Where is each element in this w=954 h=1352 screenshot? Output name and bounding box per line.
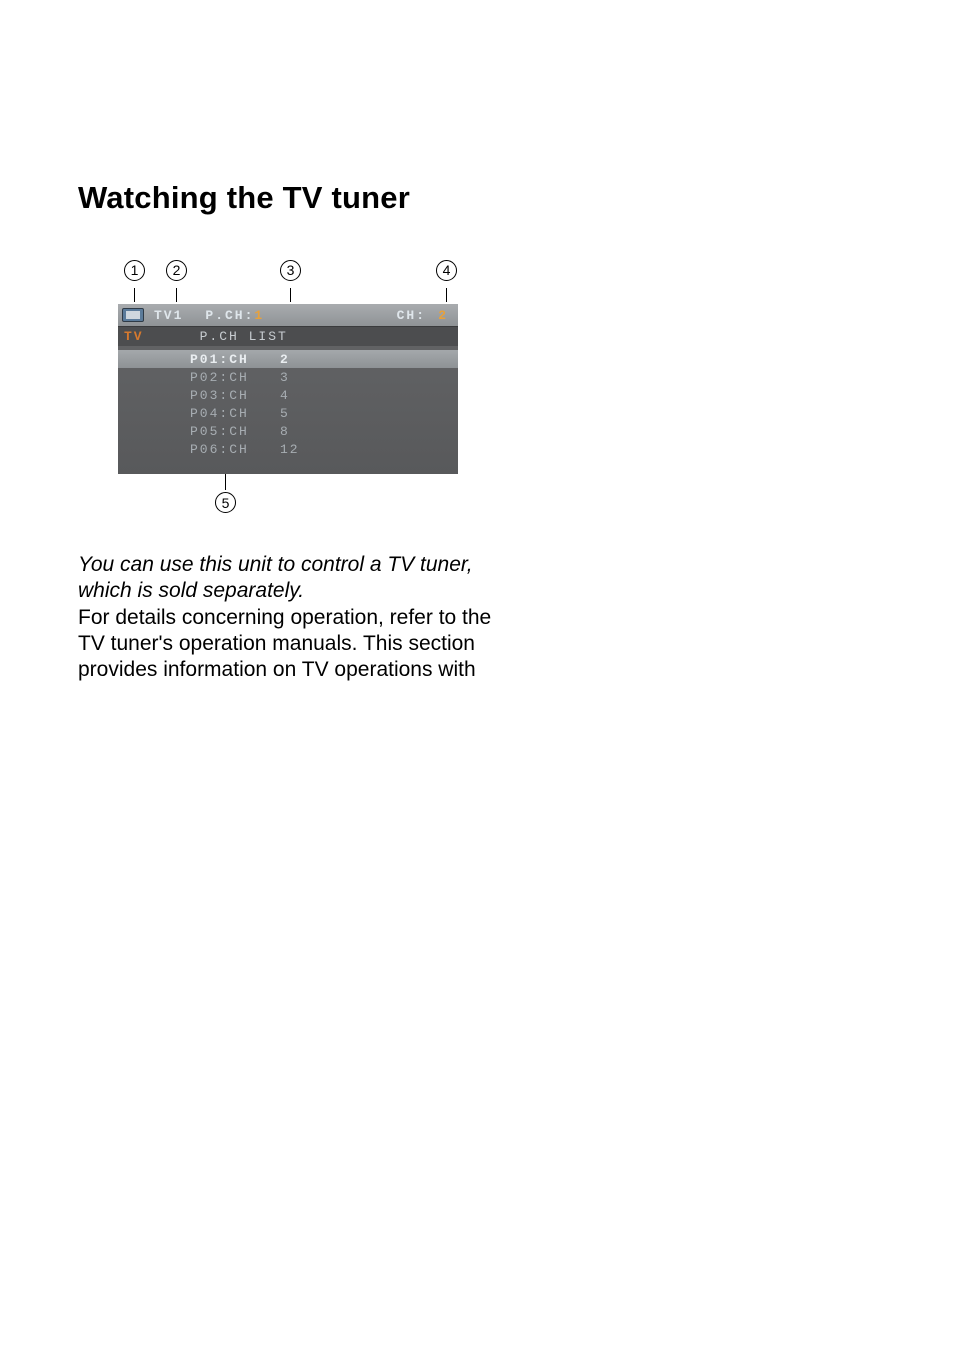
callout-5: 5	[215, 492, 236, 513]
preset-row: P04:CH5	[118, 404, 458, 422]
preset-row-label: P05:CH	[190, 424, 280, 439]
intro-paragraph: You can use this unit to control a TV tu…	[78, 552, 498, 605]
tv-icon	[122, 308, 144, 322]
tv-osd-panel: TV1 P.CH:1 CH: 2 TV P.CH LIST P01:CH2P02…	[118, 304, 458, 474]
details-paragraph: For details concerning operation, refer …	[78, 605, 498, 684]
preset-row-value: 2	[280, 352, 290, 367]
callout-1: 1	[124, 260, 145, 281]
channel-value: 2	[438, 308, 448, 323]
preset-row-value: 4	[280, 388, 290, 403]
preset-row: P03:CH4	[118, 386, 458, 404]
preset-row-value: 12	[280, 442, 300, 457]
preset-row: P06:CH12	[118, 440, 458, 458]
preset-row: P02:CH3	[118, 368, 458, 386]
preset-row-value: 8	[280, 424, 290, 439]
callout-3: 3	[280, 260, 301, 281]
preset-row-label: P01:CH	[190, 352, 280, 367]
preset-row-label: P06:CH	[190, 442, 280, 457]
preset-list-label: P.CH LIST	[200, 329, 288, 344]
preset-channel-list: P01:CH2P02:CH3P03:CH4P04:CH5P05:CH8P06:C…	[118, 346, 458, 474]
tv-osd-header: TV1 P.CH:1 CH: 2	[118, 304, 458, 326]
preset-row-label: P03:CH	[190, 388, 280, 403]
tv-tuner-diagram: 1 2 3 4 TV1 P.CH:1 CH: 2 TV P.CH LI	[118, 258, 458, 518]
callout-4: 4	[436, 260, 457, 281]
tv-source-label: TV1	[154, 308, 183, 323]
channel-label: CH:	[397, 308, 426, 323]
callout-row-bottom: 5	[118, 474, 458, 518]
preset-row-value: 5	[280, 406, 290, 421]
callout-row-top: 1 2 3 4	[118, 258, 458, 282]
preset-row-value: 3	[280, 370, 290, 385]
preset-row: P01:CH2	[118, 350, 458, 368]
callout-leaders-top	[118, 288, 458, 304]
callout-2: 2	[166, 260, 187, 281]
preset-row: P05:CH8	[118, 422, 458, 440]
tv-osd-subheader: TV P.CH LIST	[118, 326, 458, 346]
preset-row-label: P02:CH	[190, 370, 280, 385]
preset-channel-label: P.CH:1	[205, 308, 264, 323]
preset-row-label: P04:CH	[190, 406, 280, 421]
section-heading: Watching the TV tuner	[78, 180, 876, 216]
tv-mode-label: TV	[124, 329, 144, 344]
